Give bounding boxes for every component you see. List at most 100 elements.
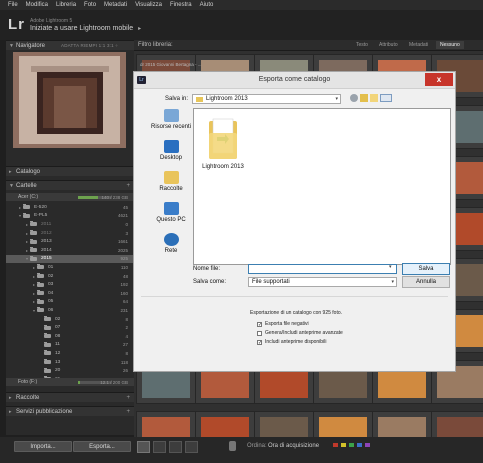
purple-label-swatch[interactable] xyxy=(365,443,370,447)
green-label-swatch[interactable] xyxy=(349,443,354,447)
filter-text[interactable]: Testo xyxy=(356,42,368,48)
add-folder-icon[interactable]: + xyxy=(126,183,130,189)
option-row[interactable]: ✓ Esporta file negativi xyxy=(257,321,309,327)
folder-name: 03 xyxy=(48,282,54,288)
place-item[interactable]: Desktop xyxy=(142,140,200,161)
collapse-triangle-icon: ▼ xyxy=(9,42,14,49)
sort-select[interactable]: Ora di acquisizione xyxy=(268,443,319,449)
collections-panel-header[interactable]: ▸ Raccolte + xyxy=(6,392,134,402)
filename-field[interactable] xyxy=(248,264,397,274)
close-button[interactable]: x xyxy=(425,73,453,86)
menu-item[interactable]: Finestra xyxy=(170,2,192,8)
menu-item[interactable]: Aiuto xyxy=(200,2,214,8)
menu-item[interactable]: File xyxy=(8,2,18,8)
folder-row[interactable]: 02 8 xyxy=(6,315,134,324)
option-checkbox[interactable] xyxy=(257,330,262,336)
catalog-panel-header[interactable]: ▸ Catalogo xyxy=(6,166,134,176)
option-label: Genera/Includi anteprime avanzate xyxy=(265,330,343,336)
photo-thumbnail[interactable] xyxy=(431,411,483,437)
expand-triangle-icon: ▸ xyxy=(9,408,12,415)
view-menu-icon[interactable] xyxy=(380,94,392,102)
option-checkbox[interactable]: ✓ xyxy=(257,321,262,327)
folder-row[interactable]: ▸ 03 192 xyxy=(6,280,134,289)
identity-mobile-link[interactable]: Iniziate a usare Lightroom mobile ▸ xyxy=(30,25,141,32)
folder-row[interactable]: 11 27 xyxy=(6,341,134,350)
new-folder-icon[interactable] xyxy=(370,94,378,102)
menu-item[interactable]: Visualizza xyxy=(135,2,162,8)
folder-row[interactable]: ▸ 2014 2025 xyxy=(6,246,134,255)
save-type-value: File supportati xyxy=(252,279,290,285)
save-type-select[interactable]: File supportati ▾ xyxy=(248,277,397,287)
place-item[interactable]: Rete xyxy=(142,233,200,254)
folder-icon xyxy=(37,281,44,287)
place-item[interactable]: Raccolte xyxy=(142,171,200,192)
grid-view-icon[interactable] xyxy=(137,441,150,453)
compare-view-icon[interactable] xyxy=(169,441,182,453)
folder-row[interactable]: ▸ 01 110 xyxy=(6,263,134,272)
photo-thumbnail[interactable] xyxy=(195,411,255,437)
yellow-label-swatch[interactable] xyxy=(341,443,346,447)
option-row[interactable]: ✓ Includi anteprime disponibili xyxy=(257,339,326,345)
filter-metadata[interactable]: Metadati xyxy=(409,42,428,48)
folder-row[interactable]: ▸ 04 160 xyxy=(6,289,134,298)
folder-row[interactable]: 13 118 xyxy=(6,358,134,367)
folder-row[interactable]: ▾ 2015 925 xyxy=(6,254,134,264)
navigator-title: Navigatore xyxy=(16,42,46,49)
folder-row[interactable]: ▸ E-520 45 xyxy=(6,203,134,212)
folder-row[interactable]: ▾ 06 231 xyxy=(6,306,134,315)
survey-view-icon[interactable] xyxy=(185,441,198,453)
photo-thumbnail[interactable] xyxy=(254,411,314,437)
folder-count: 27 xyxy=(122,342,128,348)
folder-row[interactable]: 20 26 xyxy=(6,366,134,375)
volume-row[interactable]: Foto (F:) 12.1 / 200 GB xyxy=(6,378,134,386)
navigator-preview[interactable] xyxy=(13,52,126,148)
expand-triangle-icon: ▸ xyxy=(9,168,12,175)
folder-row[interactable]: ▸ 2013 1661 xyxy=(6,237,134,246)
volume-row[interactable]: Acer (C:) 140 / 238 GB xyxy=(6,193,134,201)
export-button[interactable]: Esporta... xyxy=(73,441,131,452)
file-list[interactable]: Lightroom 2013 xyxy=(193,108,451,265)
folder-row[interactable]: ▾ E-PL5 4621 xyxy=(6,212,134,221)
folder-item[interactable]: Lightroom 2013 xyxy=(198,117,248,170)
menu-item[interactable]: Modifica xyxy=(26,2,48,8)
filter-none[interactable]: Nessuno xyxy=(436,41,464,49)
painter-icon[interactable] xyxy=(229,441,236,451)
folder-row[interactable]: 08 4 xyxy=(6,332,134,341)
menu-item[interactable]: Foto xyxy=(84,2,96,8)
filter-attribute[interactable]: Attributo xyxy=(379,42,398,48)
publish-panel-header[interactable]: ▸ Servizi pubblicazione + xyxy=(6,406,134,416)
menu-item[interactable]: Libreria xyxy=(56,2,76,8)
back-icon[interactable] xyxy=(350,94,358,102)
photo-thumbnail[interactable] xyxy=(313,411,373,437)
import-button[interactable]: Importa... xyxy=(14,441,72,452)
place-item[interactable]: Risorse recenti xyxy=(142,109,200,130)
navigator-panel-header[interactable]: ▼ Navigatore ADATTA RIEMPI 1:1 3:1 ÷ xyxy=(6,40,134,50)
folder-row[interactable]: ▸ 2012 3 xyxy=(6,229,134,238)
up-folder-icon[interactable] xyxy=(360,94,368,102)
cancel-button[interactable]: Annulla xyxy=(402,276,450,288)
folders-panel-header[interactable]: ▼ Cartelle + xyxy=(6,180,134,190)
save-button[interactable]: Salva xyxy=(402,263,450,275)
blue-label-swatch[interactable] xyxy=(357,443,362,447)
menu-item[interactable]: Metadati xyxy=(104,2,127,8)
identity-mobile-label[interactable]: Iniziate a usare Lightroom mobile xyxy=(30,25,133,32)
folder-row[interactable]: ▸ 02 48 xyxy=(6,272,134,281)
loupe-view-icon[interactable] xyxy=(153,441,166,453)
folder-row[interactable]: ▸ 05 64 xyxy=(6,298,134,307)
save-in-select[interactable]: Lightroom 2013 ▾ xyxy=(192,94,341,104)
red-label-swatch[interactable] xyxy=(333,443,338,447)
option-row[interactable]: Genera/Includi anteprime avanzate xyxy=(257,330,343,336)
place-item[interactable]: Questo PC xyxy=(142,202,200,223)
option-checkbox[interactable]: ✓ xyxy=(257,339,262,345)
add-collection-icon[interactable]: + xyxy=(126,395,130,401)
navigator-zoom-options[interactable]: ADATTA RIEMPI 1:1 3:1 ÷ xyxy=(61,43,118,48)
photo-thumbnail[interactable] xyxy=(372,411,432,437)
folder-row[interactable]: 12 8 xyxy=(6,349,134,358)
folder-row[interactable]: ▸ 2011 0 xyxy=(6,220,134,229)
add-publish-service-icon[interactable]: + xyxy=(126,409,130,415)
photo-thumbnail[interactable] xyxy=(136,411,196,437)
folder-row[interactable]: 07 2 xyxy=(6,323,134,332)
chevron-down-icon[interactable]: ▾ xyxy=(389,264,392,270)
color-label-swatches[interactable] xyxy=(333,443,370,447)
folder-count: 4621 xyxy=(117,213,128,219)
